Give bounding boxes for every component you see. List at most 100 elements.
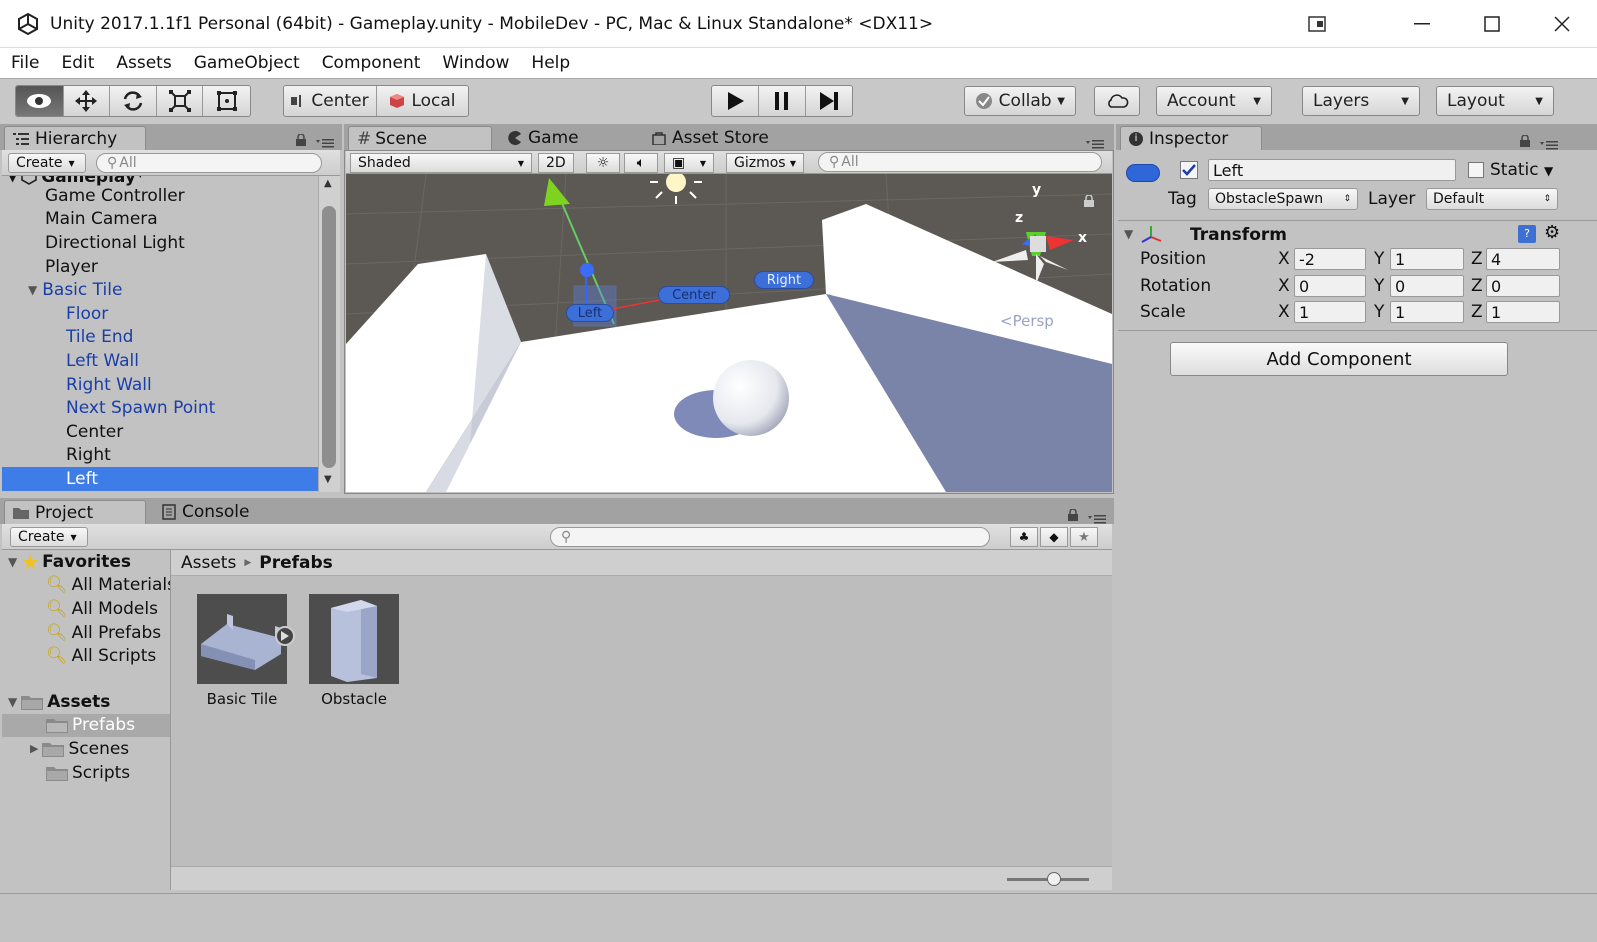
step-button[interactable] bbox=[806, 86, 852, 116]
lock-icon[interactable] bbox=[296, 131, 306, 150]
expand-arrow-icon[interactable]: ▼ bbox=[8, 555, 17, 569]
list-item[interactable]: ▼ Basic Tile bbox=[2, 278, 318, 302]
tab-asset-store[interactable]: Asset Store bbox=[644, 126, 804, 150]
label-right[interactable]: Right bbox=[754, 271, 814, 289]
list-item[interactable]: Prefabs bbox=[2, 713, 170, 738]
menu-file[interactable]: File bbox=[0, 53, 50, 73]
list-item[interactable]: 🔍︎ All Scripts bbox=[2, 644, 170, 668]
rect-tool-button[interactable] bbox=[203, 86, 250, 116]
layout-dropdown[interactable]: Layout ▼ bbox=[1436, 86, 1554, 116]
cloud-button[interactable] bbox=[1094, 86, 1140, 116]
layer-dropdown[interactable]: Default ⇕ bbox=[1426, 188, 1558, 210]
scale-tool-button[interactable] bbox=[157, 86, 204, 116]
list-item[interactable]: Floor bbox=[2, 302, 318, 326]
list-item[interactable]: 🔍︎ All Models bbox=[2, 597, 170, 621]
position-z-field[interactable]: 4 bbox=[1486, 248, 1560, 270]
list-item[interactable]: Main Camera bbox=[2, 208, 318, 232]
scene-search-input[interactable]: ⚲ All bbox=[818, 152, 1102, 172]
rotate-tool-button[interactable] bbox=[110, 86, 157, 116]
scale-y-field[interactable]: 1 bbox=[1390, 301, 1464, 323]
menu-help[interactable]: Help bbox=[520, 53, 581, 73]
list-item[interactable]: 🔍︎ All Materials bbox=[2, 574, 170, 598]
tab-console[interactable]: Console bbox=[154, 500, 274, 524]
layers-dropdown[interactable]: Layers ▼ bbox=[1302, 86, 1420, 116]
static-dropdown-icon[interactable]: ▼ bbox=[1544, 164, 1553, 178]
list-item[interactable]: Player bbox=[2, 255, 318, 279]
tab-hierarchy[interactable]: Hierarchy bbox=[4, 126, 146, 150]
assets-header[interactable]: ▼ Assets bbox=[2, 690, 170, 714]
prefab-basic-tile[interactable]: Basic Tile bbox=[197, 594, 295, 708]
tab-project[interactable]: Project bbox=[4, 500, 146, 524]
menu-component[interactable]: Component bbox=[311, 53, 432, 73]
component-header[interactable]: ▼ Transform ? ⚙ bbox=[1118, 220, 1597, 246]
minimize-button[interactable] bbox=[1387, 0, 1457, 48]
lock-icon[interactable] bbox=[1068, 506, 1078, 525]
scene-viewport[interactable]: Left Center Right y z x <Persp bbox=[346, 174, 1112, 492]
menu-edit[interactable]: Edit bbox=[50, 53, 105, 73]
menu-window[interactable]: Window bbox=[431, 53, 520, 73]
collab-button[interactable]: Collab ▼ bbox=[964, 86, 1076, 116]
expand-arrow-icon[interactable]: ▶ bbox=[30, 742, 38, 755]
list-item[interactable]: Scripts bbox=[2, 761, 170, 785]
gizmos-dropdown[interactable]: Gizmos ▼ bbox=[726, 153, 804, 173]
scene-root[interactable]: ▼ Gameplay* bbox=[2, 176, 318, 187]
object-name-input[interactable]: Left bbox=[1208, 159, 1456, 181]
hierarchy-scrollbar[interactable]: ▲ ▼ bbox=[318, 176, 340, 492]
prefab-obstacle[interactable]: Obstacle bbox=[309, 594, 399, 708]
projection-label[interactable]: <Persp bbox=[1000, 312, 1054, 330]
label-center[interactable]: Center bbox=[658, 286, 730, 304]
rotation-z-field[interactable]: 0 bbox=[1486, 275, 1560, 297]
list-item[interactable]: Left bbox=[2, 467, 318, 491]
scale-x-field[interactable]: 1 bbox=[1294, 301, 1366, 323]
label-left[interactable]: Left bbox=[566, 304, 614, 322]
save-search-button[interactable]: ★ bbox=[1070, 527, 1098, 547]
list-item[interactable]: Right Wall bbox=[2, 373, 318, 397]
menu-gameobject[interactable]: GameObject bbox=[183, 53, 311, 73]
play-preview-icon[interactable] bbox=[275, 626, 295, 646]
hierarchy-create-button[interactable]: Create ▼ bbox=[8, 153, 86, 173]
pause-button[interactable] bbox=[759, 86, 806, 116]
pivot-local-button[interactable]: Local bbox=[377, 86, 468, 116]
tab-scene[interactable]: # Scene bbox=[348, 126, 492, 150]
account-dropdown[interactable]: Account ▼ bbox=[1156, 86, 1272, 116]
rotation-y-field[interactable]: 0 bbox=[1390, 275, 1464, 297]
tab-game[interactable]: Game bbox=[500, 126, 620, 150]
active-checkbox[interactable] bbox=[1180, 161, 1198, 179]
play-button[interactable] bbox=[712, 86, 760, 116]
close-button[interactable] bbox=[1527, 0, 1597, 48]
maximize-button[interactable] bbox=[1457, 0, 1527, 48]
hierarchy-search-input[interactable]: ⚲ All bbox=[96, 153, 322, 173]
effects-dropdown[interactable]: ▣ ▼ bbox=[664, 153, 714, 173]
toggle-2d-button[interactable]: 2D bbox=[538, 153, 574, 173]
thumbnail-size-slider[interactable] bbox=[1007, 872, 1089, 886]
filter-by-label-button[interactable]: ◆ bbox=[1040, 527, 1068, 547]
filter-by-type-button[interactable]: ♣ bbox=[1010, 527, 1038, 547]
list-item[interactable]: Next Spawn Point bbox=[2, 396, 318, 420]
list-item[interactable]: Left Wall bbox=[2, 349, 318, 373]
gear-icon[interactable]: ⚙ bbox=[1544, 222, 1560, 243]
lighting-toggle[interactable]: ☼ bbox=[586, 153, 620, 173]
snap-layout-icon[interactable] bbox=[1305, 12, 1329, 36]
view-tool-button[interactable] bbox=[16, 86, 64, 116]
favorites-header[interactable]: ▼ ★ Favorites bbox=[2, 550, 170, 574]
expand-arrow-icon[interactable]: ▼ bbox=[8, 695, 17, 709]
add-component-button[interactable]: Add Component bbox=[1170, 342, 1508, 376]
project-create-button[interactable]: Create ▼ bbox=[10, 527, 88, 547]
static-checkbox[interactable] bbox=[1468, 162, 1484, 178]
tag-dropdown[interactable]: ObstacleSpawn ⇕ bbox=[1208, 188, 1358, 210]
position-y-field[interactable]: 1 bbox=[1390, 248, 1464, 270]
position-x-field[interactable]: -2 bbox=[1294, 248, 1366, 270]
list-item[interactable]: Tile End bbox=[2, 326, 318, 350]
move-tool-button[interactable] bbox=[64, 86, 111, 116]
foldout-arrow-icon[interactable]: ▼ bbox=[1124, 227, 1133, 241]
lock-icon[interactable] bbox=[1520, 132, 1530, 151]
lock-icon[interactable] bbox=[1084, 192, 1094, 211]
tab-inspector[interactable]: i Inspector bbox=[1120, 126, 1262, 150]
expand-arrow-icon[interactable]: ▼ bbox=[28, 283, 37, 297]
menu-assets[interactable]: Assets bbox=[105, 53, 182, 73]
pivot-center-button[interactable]: Center bbox=[284, 86, 377, 116]
audio-toggle[interactable]: 🔈︎ bbox=[624, 153, 658, 173]
project-search-input[interactable]: ⚲ bbox=[550, 527, 990, 547]
shading-dropdown[interactable]: Shaded ▼ bbox=[350, 153, 532, 173]
list-item[interactable]: Game Controller bbox=[2, 184, 318, 208]
